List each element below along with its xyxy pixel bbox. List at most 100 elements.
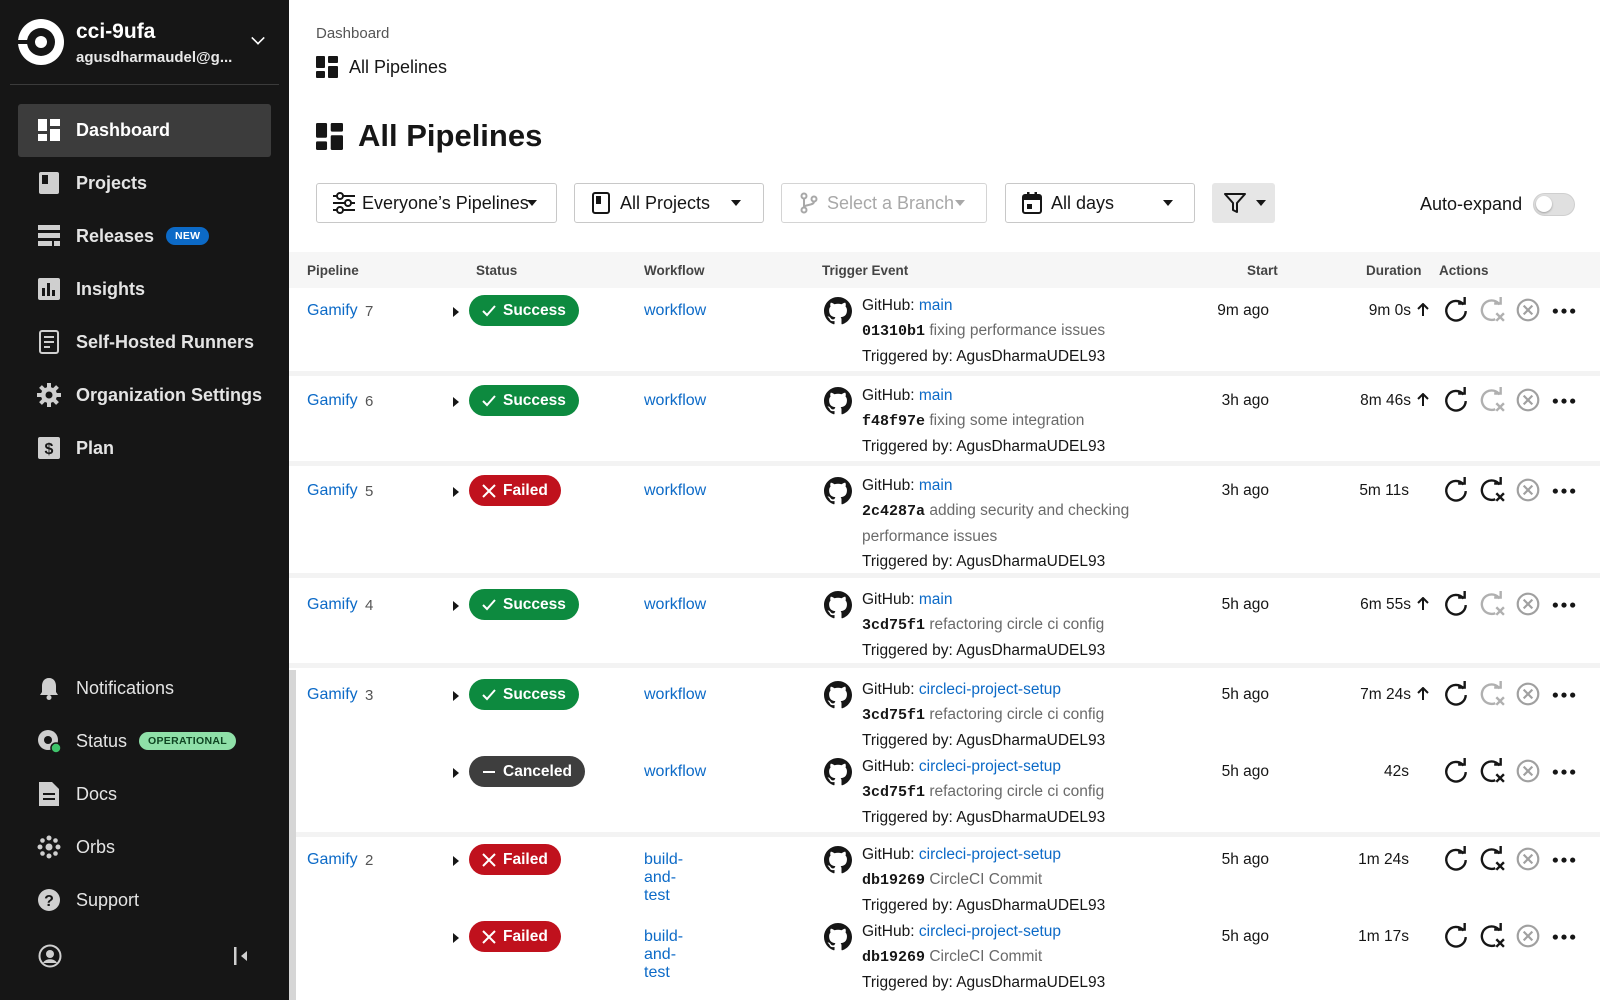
sidebar-item-runners[interactable]: Self-Hosted Runners [18,316,271,369]
collapse-sidebar-icon[interactable] [232,945,250,967]
more-icon[interactable] [1551,846,1577,872]
branch-link[interactable]: main [919,297,953,314]
workflow-link[interactable]: workflow [644,763,706,781]
advanced-filter-button[interactable] [1212,183,1275,223]
rerun-failed-icon[interactable] [1479,297,1505,323]
rerun-failed-icon[interactable] [1479,387,1505,413]
status-badge[interactable]: Canceled [469,756,585,787]
pipelines-filter-dropdown[interactable]: Everyone’s Pipelines [316,183,557,223]
commit-sha[interactable]: 3cd75f1 [862,617,925,634]
more-icon[interactable] [1551,758,1577,784]
expand-caret-icon[interactable] [453,933,459,943]
workflow-link[interactable]: build-and-test [644,851,683,905]
rerun-failed-icon[interactable] [1479,758,1505,784]
more-icon[interactable] [1551,387,1577,413]
rerun-icon[interactable] [1443,758,1469,784]
cancel-icon[interactable] [1515,846,1541,872]
projects-filter-dropdown[interactable]: All Projects [574,183,764,223]
commit-sha[interactable]: 3cd75f1 [862,707,925,724]
rerun-failed-icon[interactable] [1479,923,1505,949]
more-icon[interactable] [1551,591,1577,617]
commit-sha[interactable]: db19269 [862,949,925,966]
pipeline-name-link[interactable]: Gamify [307,851,358,869]
pipeline-name-link[interactable]: Gamify [307,392,358,410]
branch-filter-dropdown[interactable]: Select a Branch [781,183,987,223]
sidebar-item-orbs[interactable]: Orbs [18,821,271,874]
status-badge[interactable]: Success [469,295,579,326]
sidebar-item-notifications[interactable]: Notifications [18,662,271,715]
sidebar-item-plan[interactable]: $ Plan [18,422,271,475]
org-switcher[interactable]: cci-9ufa agusdharmaudel@g... [10,0,279,85]
cancel-icon[interactable] [1515,477,1541,503]
sidebar-item-org-settings[interactable]: Organization Settings [18,369,271,422]
workflow-link[interactable]: workflow [644,302,706,320]
branch-link[interactable]: main [919,387,953,404]
sidebar-item-docs[interactable]: Docs [18,768,271,821]
branch-link[interactable]: circleci-project-setup [919,846,1061,863]
status-badge[interactable]: Failed [469,475,561,506]
workflow-link[interactable]: build-and-test [644,928,683,982]
expand-caret-icon[interactable] [453,397,459,407]
sidebar-item-support[interactable]: ? Support [18,874,271,927]
more-icon[interactable] [1551,297,1577,323]
sidebar-item-status[interactable]: Status OPERATIONAL [18,715,271,768]
pipeline-name-link[interactable]: Gamify [307,482,358,500]
sidebar-item-insights[interactable]: Insights [18,263,271,316]
pipeline-name-link[interactable]: Gamify [307,596,358,614]
rerun-icon[interactable] [1443,681,1469,707]
expand-caret-icon[interactable] [453,856,459,866]
cancel-icon[interactable] [1515,681,1541,707]
cancel-icon[interactable] [1515,297,1541,323]
commit-sha[interactable]: db19269 [862,872,925,889]
branch-link[interactable]: main [919,591,953,608]
status-badge[interactable]: Success [469,679,579,710]
workflow-link[interactable]: workflow [644,686,706,704]
workflow-link[interactable]: workflow [644,392,706,410]
rerun-icon[interactable] [1443,297,1469,323]
branch-link[interactable]: circleci-project-setup [919,681,1061,698]
days-filter-dropdown[interactable]: All days [1005,183,1195,223]
commit-sha[interactable]: f48f97e [862,413,925,430]
more-icon[interactable] [1551,477,1577,503]
sidebar-item-releases[interactable]: Releases NEW [18,210,271,263]
cancel-icon[interactable] [1515,591,1541,617]
branch-link[interactable]: main [919,477,953,494]
cancel-icon[interactable] [1515,387,1541,413]
expand-caret-icon[interactable] [453,307,459,317]
workflow-link[interactable]: workflow [644,482,706,500]
expand-caret-icon[interactable] [453,601,459,611]
rerun-icon[interactable] [1443,846,1469,872]
branch-link[interactable]: circleci-project-setup [919,758,1061,775]
sidebar-item-projects[interactable]: Projects [18,157,271,210]
workflow-link[interactable]: workflow [644,596,706,614]
rerun-icon[interactable] [1443,387,1469,413]
auto-expand-toggle[interactable] [1533,193,1575,216]
expand-caret-icon[interactable] [453,487,459,497]
cancel-icon[interactable] [1515,923,1541,949]
sidebar-item-dashboard[interactable]: Dashboard [18,104,271,157]
status-badge[interactable]: Success [469,385,579,416]
user-icon[interactable] [38,944,62,973]
rerun-icon[interactable] [1443,591,1469,617]
expand-caret-icon[interactable] [453,768,459,778]
breadcrumb[interactable]: Dashboard [316,25,389,42]
status-badge[interactable]: Failed [469,844,561,875]
rerun-failed-icon[interactable] [1479,846,1505,872]
pipeline-name-link[interactable]: Gamify [307,302,358,320]
chevron-down-icon[interactable] [251,31,265,45]
branch-link[interactable]: circleci-project-setup [919,923,1061,940]
rerun-icon[interactable] [1443,923,1469,949]
more-icon[interactable] [1551,681,1577,707]
rerun-failed-icon[interactable] [1479,591,1505,617]
rerun-failed-icon[interactable] [1479,681,1505,707]
cancel-icon[interactable] [1515,758,1541,784]
rerun-icon[interactable] [1443,477,1469,503]
more-icon[interactable] [1551,923,1577,949]
status-badge[interactable]: Failed [469,921,561,952]
expand-caret-icon[interactable] [453,691,459,701]
commit-sha[interactable]: 2c4287a [862,503,925,520]
commit-sha[interactable]: 3cd75f1 [862,784,925,801]
pipeline-name-link[interactable]: Gamify [307,686,358,704]
rerun-failed-icon[interactable] [1479,477,1505,503]
status-badge[interactable]: Success [469,589,579,620]
